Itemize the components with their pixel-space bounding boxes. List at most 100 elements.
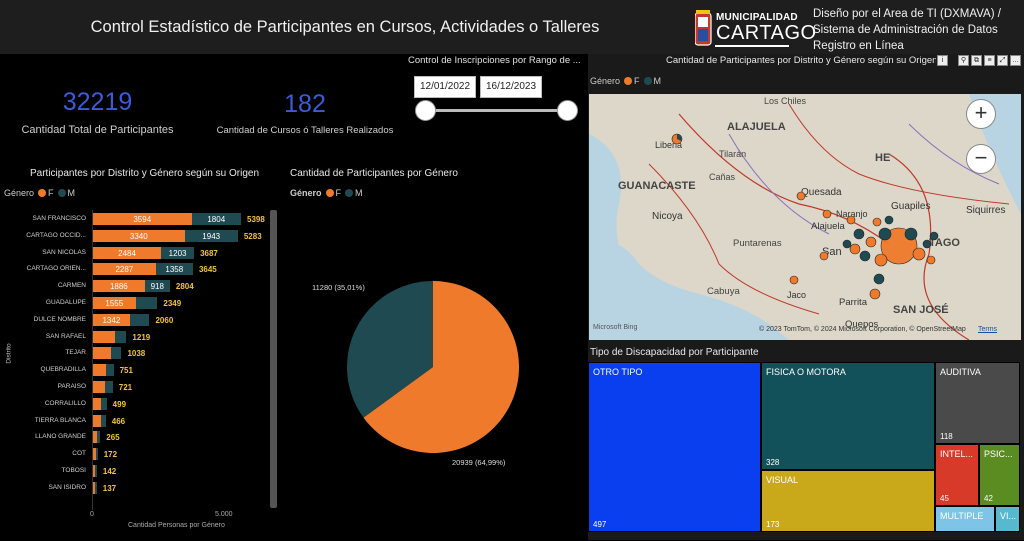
- zoom-in-icon[interactable]: +: [966, 99, 996, 129]
- bar-segment-m[interactable]: [129, 313, 150, 326]
- treemap-value: 42: [984, 494, 993, 503]
- bar-segment-m[interactable]: [101, 397, 107, 410]
- bar-segment-m[interactable]: [95, 481, 97, 494]
- bar-segment-f[interactable]: [93, 364, 106, 377]
- treemap-item-visual[interactable]: VISUAL 173: [761, 470, 935, 532]
- bar-segment-f[interactable]: [93, 330, 116, 343]
- bar-value-label-f: 3340: [129, 231, 148, 241]
- bar-value-label-m: 1804: [207, 215, 226, 224]
- bar-segment-m[interactable]: [135, 297, 158, 309]
- map-bubble: [859, 250, 871, 262]
- treemap-item-auditiva[interactable]: AUDITIVA 118: [935, 362, 1020, 444]
- treemap-label: INTEL...: [940, 449, 974, 459]
- legend-m-label: M: [653, 76, 662, 86]
- legend-f-label: F: [335, 188, 342, 198]
- treemap-item-otro[interactable]: OTRO TIPO 497: [588, 362, 761, 532]
- bar-segment-m[interactable]: [95, 465, 97, 477]
- bar-value-label-f: 1342: [102, 315, 121, 325]
- bar-value-label-m: 1203: [168, 248, 187, 258]
- female-dot-icon: [38, 189, 47, 198]
- treemap-item-multiple[interactable]: MULTIPLE: [935, 506, 995, 532]
- date-slider-track[interactable]: [425, 109, 567, 112]
- bar-chart-scrollbar[interactable]: [270, 210, 277, 508]
- treemap-value: 118: [940, 432, 953, 441]
- more-options-icon[interactable]: …: [1010, 55, 1021, 66]
- bar-category-label: COT: [72, 450, 86, 458]
- bar-segment-m[interactable]: [100, 414, 106, 427]
- map-bubble: [869, 288, 881, 300]
- bar-segment-m[interactable]: [110, 347, 122, 360]
- bar-segment-f[interactable]: [93, 397, 102, 410]
- bar-total-label: 265: [106, 433, 120, 443]
- treemap-item-vi[interactable]: VI...: [995, 506, 1020, 532]
- map-terms-link[interactable]: Terms: [978, 326, 997, 333]
- pie-label-m: 11280 (35,01%): [312, 283, 365, 292]
- map-bubbles: [671, 133, 939, 300]
- map-bubble: [789, 275, 799, 285]
- bing-attribution: Microsoft Bing: [593, 324, 638, 331]
- bar-category-label: CARMEN: [57, 282, 86, 290]
- copy-icon[interactable]: ⧉: [971, 55, 982, 66]
- bar-category-label: SAN FRANCISCO: [32, 215, 86, 222]
- bar-segment-f[interactable]: [93, 381, 106, 393]
- male-dot-icon: [57, 189, 66, 198]
- bar-total-label: 5283: [243, 231, 262, 241]
- bar-total-label: 751: [119, 366, 133, 376]
- bar-category-label: LLANO GRANDE: [35, 433, 86, 441]
- bar-category-label: SAN ISIDRO: [48, 483, 86, 491]
- bar-category-label: DULCE NOMBRE: [33, 315, 86, 323]
- bar-total-label: 1038: [127, 349, 146, 359]
- kpi-courses-label: Cantidad de Cursos ó Talleres Realizados: [216, 125, 394, 136]
- map-bubble: [929, 231, 939, 241]
- map-title: Cantidad de Participantes por Distrito y…: [666, 55, 936, 66]
- map-bubble: [849, 243, 861, 255]
- treemap-item-fisica[interactable]: FISICA O MOTORA 328: [761, 362, 935, 470]
- bar-total-label: 721: [118, 383, 133, 392]
- org-line-1: Diseño por el Area de TI (DXMAVA) /: [813, 8, 1001, 20]
- bar-total-label: 2804: [175, 282, 194, 292]
- treemap-label: VISUAL: [766, 475, 799, 485]
- bar-value-label-m: 918: [150, 282, 164, 292]
- bar-segment-m[interactable]: [97, 431, 101, 444]
- bar-total-label: 137: [102, 483, 117, 493]
- focus-mode-icon[interactable]: ⤢: [997, 55, 1008, 66]
- date-end-input[interactable]: 16/12/2023: [480, 76, 542, 98]
- map-bubble: [853, 228, 865, 240]
- zoom-out-icon[interactable]: −: [966, 144, 996, 174]
- map-bubble: [846, 215, 856, 225]
- bar-segment-m[interactable]: [105, 381, 113, 393]
- bar-chart-title: Participantes por Distrito y Género segú…: [30, 168, 259, 179]
- map-bubble: [873, 273, 885, 285]
- org-info: Diseño por el Area de TI (DXMAVA) / Sist…: [813, 6, 1001, 54]
- bar-segment-m[interactable]: [105, 364, 114, 377]
- filter-icon[interactable]: ≡: [984, 55, 995, 66]
- treemap-item-intel[interactable]: INTEL... 45: [935, 444, 979, 506]
- map-view[interactable]: Los Chiles ALAJUELA Liberia Tilarán HE G…: [589, 94, 1021, 340]
- date-filter-title: Control de Inscripciones por Rango de ..…: [408, 55, 581, 66]
- bar-value-label-m: 1358: [165, 265, 184, 275]
- map-bubble: [819, 251, 829, 261]
- treemap-value: 328: [766, 458, 780, 467]
- date-slider-end-handle[interactable]: [557, 100, 578, 121]
- bar-segment-f[interactable]: [93, 347, 111, 360]
- date-slider-start-handle[interactable]: [415, 100, 436, 121]
- bar-chart-axis: [92, 210, 93, 510]
- treemap-value: 173: [766, 520, 780, 529]
- map-bubble: [904, 227, 918, 241]
- bar-segment-m[interactable]: [115, 330, 127, 343]
- map-bubble: [912, 247, 926, 261]
- map-bubble: [922, 239, 932, 249]
- bar-total-label: 5398: [247, 215, 265, 224]
- bar-segment-m[interactable]: [95, 448, 98, 461]
- bar-value-label-f: 2287: [115, 265, 134, 275]
- bar-category-label: TOBOSI: [61, 467, 86, 474]
- bar-segment-f[interactable]: [93, 414, 101, 427]
- pin-icon[interactable]: ⚲: [958, 55, 969, 66]
- bar-chart-xtick-0: 0: [90, 511, 94, 518]
- treemap-value: 497: [593, 520, 607, 529]
- map-bubble: [822, 209, 832, 219]
- bar-total-label: 499: [112, 399, 127, 409]
- treemap-item-psic[interactable]: PSIC... 42: [979, 444, 1020, 506]
- date-start-input[interactable]: 12/01/2022: [414, 76, 476, 98]
- info-icon[interactable]: i: [937, 55, 948, 66]
